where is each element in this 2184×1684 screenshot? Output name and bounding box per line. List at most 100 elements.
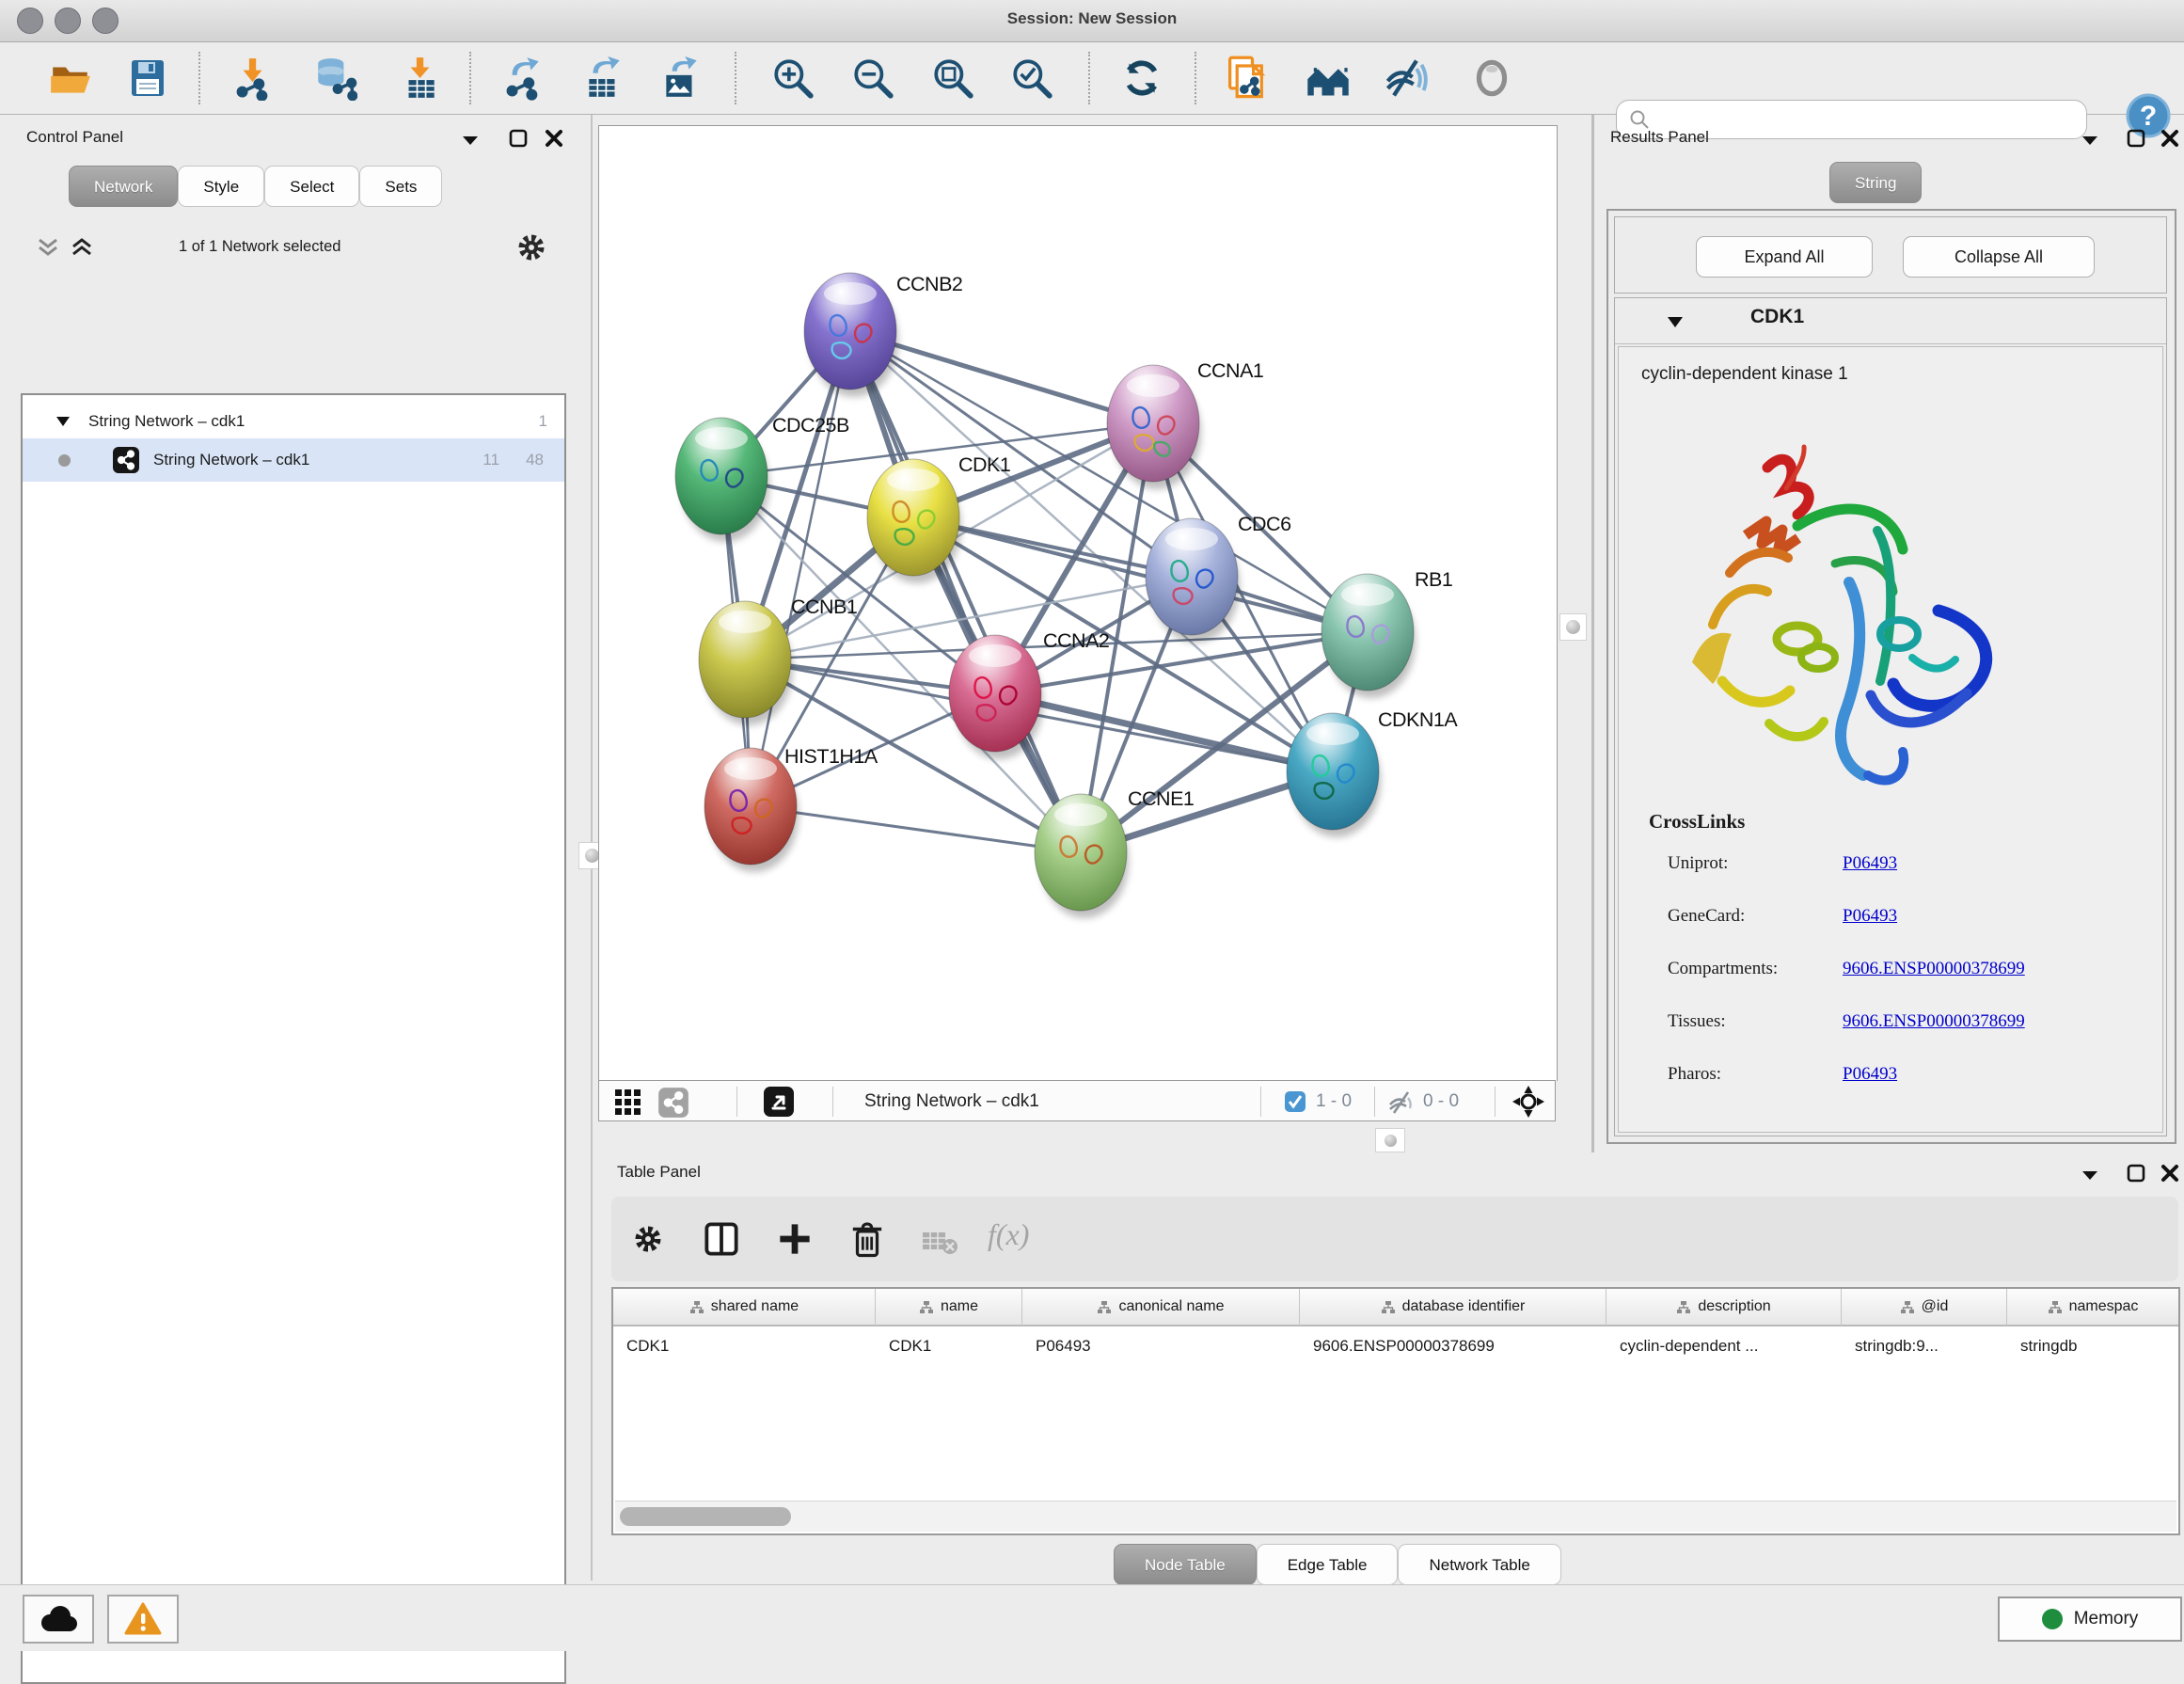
crosslink-pharos-link[interactable]: P06493 [1843, 1064, 1897, 1085]
collapse-all-button[interactable]: Collapse All [1903, 236, 2095, 278]
zoom-in-button[interactable] [767, 52, 819, 104]
starter-panel-button[interactable] [1302, 52, 1354, 104]
zoom-selected-button[interactable] [1005, 52, 1058, 104]
delete-column-trash-icon[interactable] [848, 1219, 886, 1259]
export-network-icon [500, 56, 546, 101]
panel-menu-icon[interactable] [2081, 134, 2099, 147]
scrollbar-thumb[interactable] [620, 1507, 791, 1526]
tab-style[interactable]: Style [178, 166, 264, 207]
section-disclosure-icon[interactable] [1666, 315, 1685, 329]
network-row-selected[interactable]: String Network – cdk1 11 48 [23, 438, 564, 482]
column-header[interactable]: database identifier [1300, 1289, 1606, 1327]
column-header[interactable]: description [1606, 1289, 1842, 1327]
table-cell[interactable]: stringdb:9... [1842, 1328, 2007, 1364]
tab-node-table[interactable]: Node Table [1114, 1544, 1257, 1585]
memory-button[interactable]: Memory [1998, 1597, 2182, 1642]
network-node-cdc25b[interactable] [675, 418, 769, 542]
float-panel-icon[interactable] [2126, 1163, 2146, 1184]
close-panel-icon[interactable] [2160, 128, 2180, 149]
node-label-cdk1: CDK1 [958, 453, 1010, 476]
network-node-ccnb2[interactable] [804, 273, 898, 397]
expand-all-networks-icon[interactable] [70, 237, 94, 260]
clone-network-button[interactable] [1220, 52, 1273, 104]
network-node-ccne1[interactable] [1035, 794, 1129, 918]
tab-select[interactable]: Select [264, 166, 359, 207]
zoom-out-button[interactable] [847, 52, 899, 104]
float-panel-icon[interactable] [508, 128, 529, 149]
hide-displays-button[interactable] [1379, 52, 1432, 104]
disclosure-triangle-icon[interactable] [55, 415, 71, 428]
tab-edge-table[interactable]: Edge Table [1257, 1544, 1399, 1585]
column-header[interactable]: canonical name [1022, 1289, 1300, 1327]
tab-network[interactable]: Network [69, 166, 178, 207]
zoom-fit-button[interactable] [926, 52, 979, 104]
table-gear-icon[interactable] [632, 1223, 664, 1255]
birdseye-view-icon[interactable] [1511, 1085, 1545, 1119]
column-header[interactable]: namespac [2007, 1289, 2178, 1327]
node-label-ccna1: CCNA1 [1197, 359, 1263, 382]
table-cell[interactable]: 9606.ENSP00000378699 [1300, 1328, 1606, 1364]
selected-checkbox-icon[interactable] [1284, 1090, 1306, 1113]
panel-menu-icon[interactable] [2081, 1168, 2099, 1182]
right-splitter[interactable] [1591, 115, 1594, 1152]
network-graph[interactable]: CCNB2CCNA1CDC25BCDK1CDC6RB1CCNB1CCNA2CDK… [599, 126, 1557, 1081]
expand-all-button[interactable]: Expand All [1696, 236, 1873, 278]
node-label-hist1h1a: HIST1H1A [784, 745, 878, 768]
collapse-all-networks-icon[interactable] [36, 237, 60, 260]
column-type-icon [919, 1300, 933, 1314]
network-node-cdc6[interactable] [1146, 518, 1240, 643]
tab-network-table[interactable]: Network Table [1398, 1544, 1560, 1585]
network-node-cdkn1a[interactable] [1287, 713, 1381, 837]
import-network-database-button[interactable] [309, 52, 361, 104]
show-columns-icon[interactable] [704, 1221, 739, 1257]
close-panel-icon[interactable] [2160, 1163, 2180, 1184]
close-panel-icon[interactable] [544, 128, 564, 149]
warnings-button[interactable] [107, 1595, 179, 1644]
refresh-view-button[interactable] [1116, 52, 1168, 104]
grid-view-icon[interactable] [614, 1088, 642, 1117]
share-view-icon[interactable] [657, 1087, 689, 1119]
export-table-button[interactable] [578, 52, 630, 104]
column-header[interactable]: @id [1842, 1289, 2007, 1327]
network-options-gear-icon[interactable] [515, 231, 547, 263]
column-type-icon [2048, 1300, 2062, 1314]
network-collection-row[interactable]: String Network – cdk1 1 [23, 405, 564, 438]
network-node-ccnb1[interactable] [699, 601, 793, 725]
export-network-button[interactable] [497, 52, 549, 104]
crosslink-tissues-link[interactable]: 9606.ENSP00000378699 [1843, 1011, 2025, 1032]
create-column-icon[interactable] [777, 1221, 813, 1257]
table-cell[interactable]: stringdb [2007, 1328, 2178, 1364]
float-panel-icon[interactable] [2126, 128, 2146, 149]
open-session-button[interactable] [44, 52, 97, 104]
network-node-ccna1[interactable] [1107, 365, 1201, 489]
crosslink-genecard-link[interactable]: P06493 [1843, 906, 1897, 927]
table-cell[interactable]: CDK1 [613, 1328, 876, 1364]
network-node-ccna2[interactable] [949, 635, 1043, 759]
network-node-rb1[interactable] [1321, 574, 1416, 698]
import-table-file-button[interactable] [393, 52, 446, 104]
network-node-cdk1[interactable] [867, 459, 961, 583]
horizontal-splitter-handle[interactable] [1375, 1128, 1405, 1152]
import-network-file-button[interactable] [226, 52, 278, 104]
save-session-button[interactable] [121, 52, 174, 104]
crosslink-uniprot-link[interactable]: P06493 [1843, 853, 1897, 874]
open-in-window-icon[interactable] [763, 1086, 795, 1118]
table-cell[interactable]: P06493 [1022, 1328, 1300, 1364]
table-cell[interactable]: cyclin-dependent ... [1606, 1328, 1842, 1364]
right-splitter-handle[interactable] [1559, 613, 1587, 641]
table-cell[interactable]: CDK1 [876, 1328, 1022, 1364]
tab-sets[interactable]: Sets [359, 166, 442, 207]
crosslink-compartments-link[interactable]: 9606.ENSP00000378699 [1843, 959, 2025, 979]
network-canvas[interactable]: CCNB2CCNA1CDC25BCDK1CDC6RB1CCNB1CCNA2CDK… [598, 125, 1558, 1081]
node-label-ccna2: CCNA2 [1043, 629, 1109, 652]
preview-lens-button[interactable] [1465, 52, 1518, 104]
column-header[interactable]: name [876, 1289, 1022, 1327]
table-toolbar: f(x) [611, 1197, 2178, 1281]
column-header[interactable]: shared name [613, 1289, 876, 1327]
tab-string[interactable]: String [1829, 162, 1922, 203]
horizontal-scrollbar[interactable] [615, 1501, 2176, 1532]
panel-menu-icon[interactable] [461, 134, 480, 147]
export-image-button[interactable] [655, 52, 707, 104]
column-label: shared name [711, 1298, 799, 1315]
cloud-status-button[interactable] [23, 1595, 94, 1644]
